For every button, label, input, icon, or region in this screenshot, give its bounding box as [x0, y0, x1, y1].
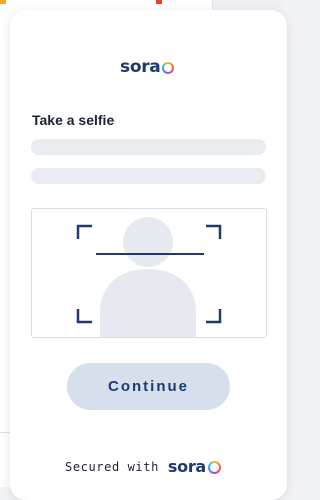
step-title: Take a selfie — [32, 112, 115, 128]
frame-corner-bottom-left — [76, 309, 92, 324]
frame-corner-bottom-right — [206, 309, 222, 324]
verification-modal: sora Take a selfie Continue Secured with… — [10, 10, 287, 500]
brand-logo-text: sora — [120, 57, 161, 77]
frame-corner-top-right — [206, 224, 222, 239]
footer-brand-ring-icon — [207, 461, 221, 474]
selfie-camera-frame — [31, 208, 267, 338]
secured-footer: Secured with sora — [65, 457, 221, 476]
selfie-silhouette-icon — [76, 217, 222, 337]
silhouette-head — [123, 217, 173, 267]
continue-button[interactable]: Continue — [67, 363, 230, 410]
background-header-accent — [0, 0, 170, 4]
footer-brand-text: sora — [167, 457, 206, 476]
loading-skeleton-line — [31, 139, 266, 155]
brand-logo: sora — [120, 55, 175, 79]
silhouette-body — [100, 269, 196, 337]
frame-corner-top-left — [76, 224, 92, 239]
brand-ring-icon — [162, 62, 175, 74]
secured-with-text: Secured with — [65, 459, 159, 474]
loading-skeleton-line — [31, 168, 266, 184]
